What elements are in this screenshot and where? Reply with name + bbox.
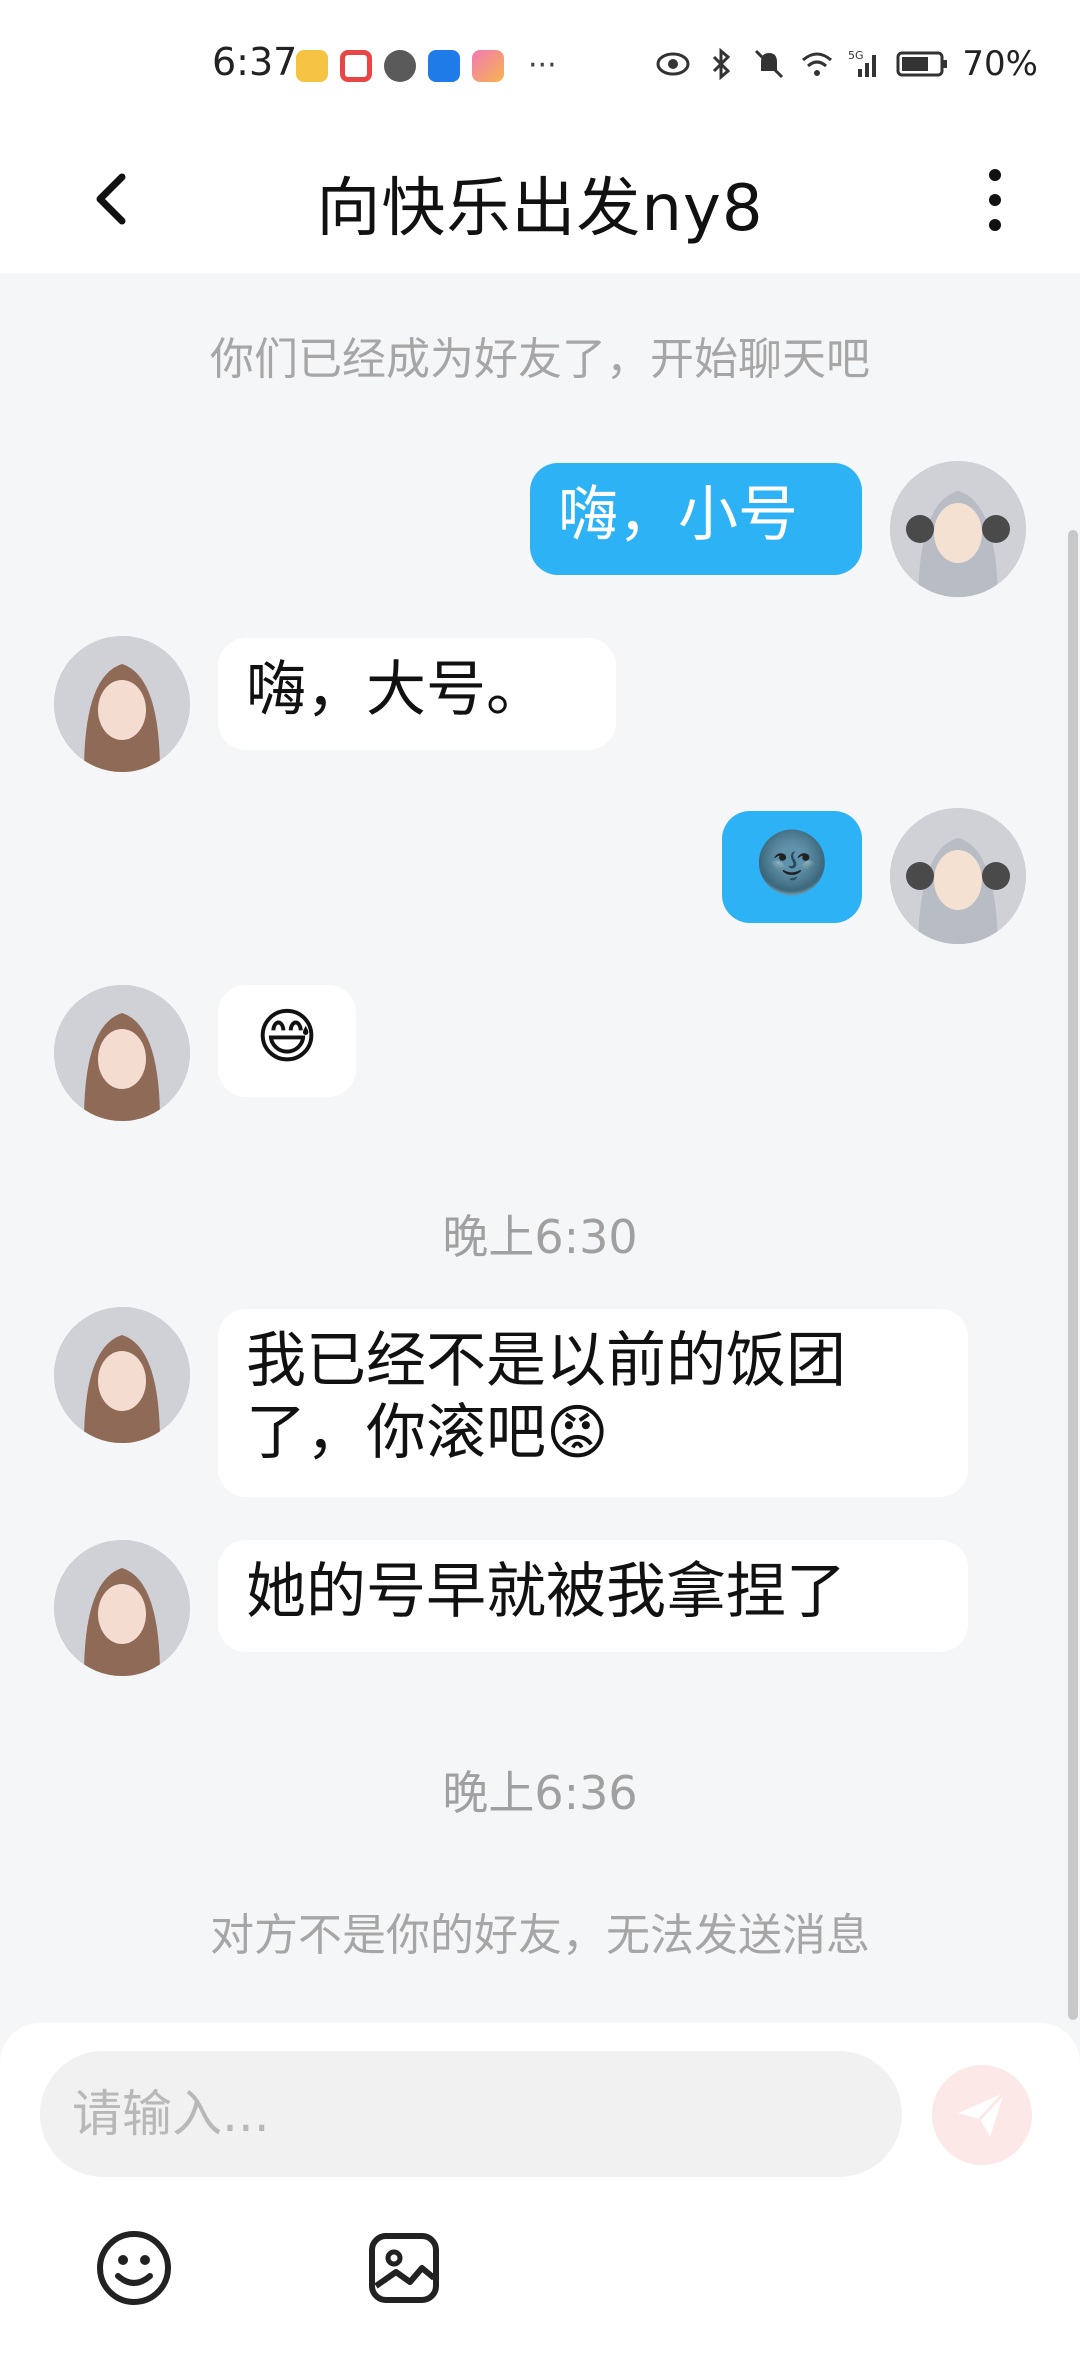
message-bubble-received-emoji[interactable]: 😅	[218, 985, 356, 1097]
mute-bell-icon	[755, 49, 784, 79]
signal-5g-icon: 5G	[848, 49, 877, 77]
message-bubble-received[interactable]: 嗨，大号。	[218, 638, 616, 750]
system-message-friends: 你们已经成为好友了，开始聊天吧	[210, 334, 870, 385]
avatar-other[interactable]	[54, 636, 190, 772]
timestamp: 晚上6:30	[442, 1210, 638, 1264]
notification-icons: ···	[296, 50, 557, 82]
system-message-not-friend: 对方不是你的好友，无法发送消息	[210, 1910, 870, 1961]
avatar-self[interactable]	[890, 461, 1026, 597]
status-time: 6:37	[212, 40, 298, 84]
system-indicators: 5G 70%	[656, 44, 1038, 84]
message-bubble-received[interactable]: 我已经不是以前的饭团了，你滚吧😡	[218, 1309, 968, 1497]
message-bubble-sent-emoji[interactable]: 🌚	[722, 811, 862, 923]
eye-icon	[656, 52, 690, 76]
avatar-self[interactable]	[890, 808, 1026, 944]
send-icon	[958, 2091, 1006, 2137]
blue-app-icon	[428, 50, 460, 82]
message-input[interactable]	[40, 2051, 902, 2177]
weibo-icon	[296, 50, 328, 82]
timestamp: 晚上6:36	[442, 1766, 638, 1820]
scrollbar[interactable]	[1068, 530, 1078, 2020]
message-list[interactable]: 你们已经成为好友了，开始聊天吧 嗨，小号 嗨，大号。 🌚 😅 晚上6:30 我已…	[0, 273, 1080, 2023]
page-title: 向快乐出发ny8	[316, 172, 764, 246]
svg-text:5G: 5G	[848, 49, 864, 62]
chat-header: 向快乐出发ny8	[0, 135, 1080, 273]
more-vertical-icon[interactable]	[980, 165, 1010, 235]
emoji-icon[interactable]	[94, 2228, 174, 2308]
wifi-icon	[802, 52, 833, 76]
battery-icon	[896, 51, 948, 77]
battery-percent: 70%	[962, 44, 1038, 84]
pink-app-icon	[472, 50, 504, 82]
message-bubble-sent[interactable]: 嗨，小号	[530, 463, 862, 575]
avatar-other[interactable]	[54, 1540, 190, 1676]
send-button[interactable]	[932, 2065, 1032, 2165]
composer	[0, 2023, 1080, 2376]
avatar-other[interactable]	[54, 1307, 190, 1443]
message-bubble-received[interactable]: 她的号早就被我拿捏了	[218, 1540, 968, 1652]
more-notifications-icon: ···	[528, 48, 557, 83]
bluetooth-icon	[713, 47, 731, 81]
wechat-icon	[384, 50, 416, 82]
status-bar: 6:37 ··· 5G 70%	[0, 0, 1080, 135]
image-icon[interactable]	[364, 2228, 444, 2308]
avatar-other[interactable]	[54, 985, 190, 1121]
red-app-icon	[340, 50, 372, 82]
